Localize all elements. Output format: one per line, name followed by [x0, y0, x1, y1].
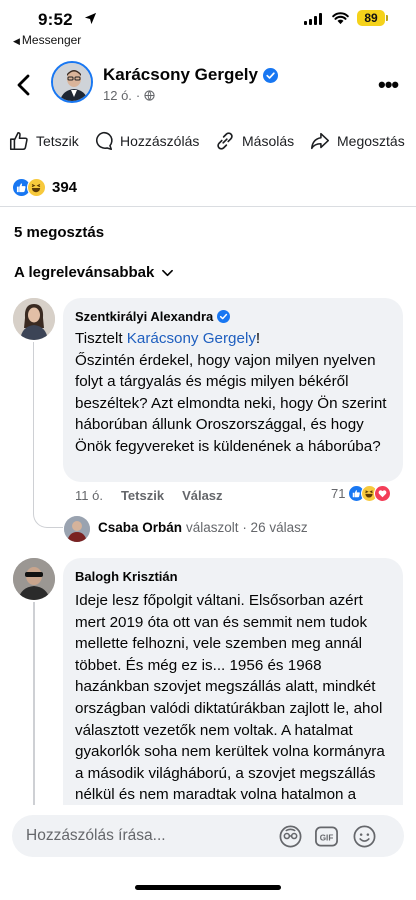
reaction-summary[interactable]: 394: [12, 178, 77, 197]
comment-button[interactable]: Hozzászólás: [92, 130, 199, 152]
comment-bubble-icon: [96, 131, 113, 151]
location-arrow-icon: [84, 12, 97, 25]
reply-preview[interactable]: Csaba Orbán válaszolt · 26 válasz: [98, 520, 308, 535]
home-indicator[interactable]: [135, 885, 281, 890]
comment-author[interactable]: Szentkirályi Alexandra: [75, 309, 213, 324]
comment-author-row[interactable]: Szentkirályi Alexandra: [75, 309, 231, 324]
share-arrow-icon: [310, 132, 330, 150]
comment-bubble[interactable]: Balogh Krisztián Ideje lesz főpolgit vál…: [63, 558, 403, 820]
cellular-signal-icon: [304, 13, 322, 25]
comment-time: 11 ó.: [75, 488, 103, 503]
comment-like-button[interactable]: Tetszik: [121, 488, 164, 503]
author-avatar[interactable]: [51, 61, 93, 103]
back-to-app-link[interactable]: ◀ Messenger: [13, 33, 81, 47]
like-button-label: Tetszik: [36, 133, 79, 149]
love-reaction-icon: [374, 485, 392, 502]
reply-avatar[interactable]: [64, 516, 90, 542]
comment-reactions[interactable]: 71: [331, 485, 392, 502]
more-options-icon[interactable]: •••: [378, 72, 399, 98]
copy-button-label: Másolás: [242, 133, 295, 149]
comment-bubble[interactable]: Szentkirályi Alexandra Tisztelt Karácson…: [63, 298, 403, 482]
section-divider: [0, 206, 416, 207]
share-button[interactable]: Megosztás: [309, 130, 405, 152]
author-name[interactable]: Karácsony Gergely: [103, 65, 258, 85]
comment-author[interactable]: Balogh Krisztián: [75, 569, 178, 584]
commenter-avatar[interactable]: [13, 558, 55, 600]
comment-meta: 11 ó. Tetszik Válasz: [75, 488, 223, 503]
gif-icon[interactable]: GIF: [314, 824, 339, 849]
avatar-photo-icon: [13, 558, 55, 600]
reply-action: válaszolt: [186, 520, 239, 535]
verified-badge-icon: [217, 310, 231, 323]
avatar-photo-icon: [53, 63, 91, 101]
status-time: 9:52: [38, 10, 73, 29]
post-header: Karácsony Gergely 12 ó. · •••: [0, 58, 416, 114]
post-action-bar: Tetszik Hozzászólás Másolás Megosztás: [0, 130, 416, 160]
sort-label: A legrelevánsabbak: [14, 264, 155, 281]
post-time: 12 ó.: [103, 88, 132, 103]
wifi-icon: [332, 12, 349, 25]
comment-input[interactable]: [26, 815, 266, 857]
comment-text: Tisztelt Karácsony Gergely! Őszintén érde…: [75, 328, 397, 458]
like-button[interactable]: Tetszik: [8, 130, 79, 152]
chevron-down-icon: [162, 269, 174, 276]
link-icon: [217, 132, 233, 150]
back-app-label: Messenger: [21, 33, 82, 47]
avatar-sticker-icon[interactable]: [278, 824, 303, 849]
comment-mention-punct: !: [255, 330, 261, 347]
back-triangle-icon: ◀: [13, 36, 20, 46]
commenter-avatar[interactable]: [13, 298, 55, 340]
author-name-row[interactable]: Karácsony Gergely: [103, 65, 278, 85]
comment-reaction-count: 71: [331, 486, 346, 501]
comment-button-label: Hozzászólás: [120, 133, 200, 149]
post-meta: 12 ó. ·: [103, 88, 155, 103]
reaction-count: 394: [52, 179, 78, 196]
avatar-photo-icon: [64, 516, 90, 542]
emoji-icon[interactable]: [352, 824, 377, 849]
svg-text:GIF: GIF: [320, 833, 334, 842]
back-chevron-icon[interactable]: [16, 74, 32, 96]
thread-connector: [33, 342, 63, 528]
comment-author-row[interactable]: Balogh Krisztián: [75, 569, 178, 584]
reply-count: · 26 válasz: [238, 520, 308, 535]
verified-badge-icon: [262, 67, 278, 83]
battery-indicator: 89: [357, 10, 388, 26]
avatar-photo-icon: [13, 298, 55, 340]
comment-composer[interactable]: GIF: [12, 815, 404, 857]
comment-body: Ideje lesz főpolgit váltani. Elsősorban …: [75, 592, 385, 804]
globe-icon: [144, 90, 155, 101]
comment-greeting: Tisztelt: [75, 330, 127, 347]
comment-reply-button[interactable]: Válasz: [182, 488, 222, 503]
thumbs-up-icon: [9, 131, 28, 151]
thread-connector: [33, 602, 35, 822]
shares-count[interactable]: 5 megosztás: [14, 224, 104, 241]
comment-mention-link[interactable]: Karácsony Gergely: [127, 330, 256, 347]
status-bar: 9:52 ◀ Messenger 89: [0, 0, 416, 50]
copy-button[interactable]: Másolás: [214, 130, 294, 152]
reply-author[interactable]: Csaba Orbán: [98, 520, 182, 535]
haha-reaction-icon: [27, 178, 46, 197]
comment-body: Őszintén érdekel, hogy vajon milyen nyel…: [75, 351, 387, 455]
share-button-label: Megosztás: [337, 133, 405, 149]
sort-dropdown[interactable]: A legrelevánsabbak: [14, 264, 174, 281]
